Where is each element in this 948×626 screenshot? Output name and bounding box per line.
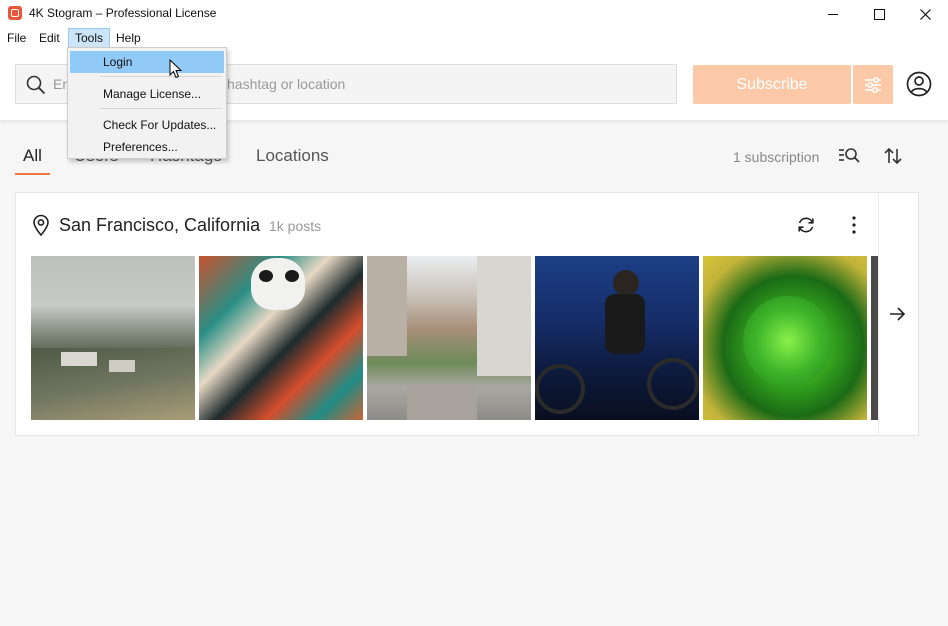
window-title: 4K Stogram – Professional License [29,6,217,20]
thumbnail-5[interactable] [703,256,867,420]
app-window: 4K Stogram – Professional License File E… [0,0,948,626]
menu-help[interactable]: Help [110,28,147,48]
mouse-cursor-icon [169,59,183,79]
menu-item-preferences[interactable]: Preferences... [70,136,224,158]
active-tab-indicator [15,173,50,175]
location-pin-icon [33,214,49,236]
location-name[interactable]: San Francisco, California [59,215,260,236]
search-icon [26,75,46,95]
menu-item-login[interactable]: Login [70,51,224,73]
account-icon[interactable] [906,71,932,97]
filter-sliders-icon [865,76,881,93]
menu-tools[interactable]: Tools [68,28,111,48]
thumbnail-strip [31,256,879,420]
subscribe-button[interactable]: Subscribe [693,65,851,104]
menu-separator [100,108,222,109]
close-icon [919,8,931,20]
list-search-icon[interactable] [838,146,860,166]
sort-icon[interactable] [883,146,903,166]
menu-file[interactable]: File [1,28,32,48]
menu-item-check-updates[interactable]: Check For Updates... [70,114,224,136]
thumbnail-2[interactable] [199,256,363,420]
more-vertical-icon[interactable] [846,215,862,235]
subscription-card[interactable]: San Francisco, California 1k posts [15,192,919,436]
arrow-right-icon[interactable] [888,305,906,323]
thumbnail-3[interactable] [367,256,531,420]
maximize-button[interactable] [856,0,902,28]
tab-all[interactable]: All [23,146,42,166]
menu-bar: File Edit Tools Help [0,28,948,48]
subscription-count: 1 subscription [733,149,820,165]
app-logo-icon [8,6,22,20]
menu-item-manage-license[interactable]: Manage License... [70,83,224,105]
post-count: 1k posts [269,218,322,234]
menu-separator [100,76,222,77]
refresh-icon[interactable] [796,215,816,235]
thumbnail-4[interactable] [535,256,699,420]
thumbnail-1[interactable] [31,256,195,420]
minimize-button[interactable] [810,0,856,28]
menu-edit[interactable]: Edit [33,28,66,48]
close-button[interactable] [902,0,948,28]
search-placeholder-suffix: hashtag or location [227,76,346,92]
filter-button[interactable] [853,65,893,104]
tools-dropdown: Login Manage License... Check For Update… [67,47,227,159]
tab-locations[interactable]: Locations [256,146,329,166]
title-bar: 4K Stogram – Professional License [0,0,948,28]
card-divider [878,193,879,435]
